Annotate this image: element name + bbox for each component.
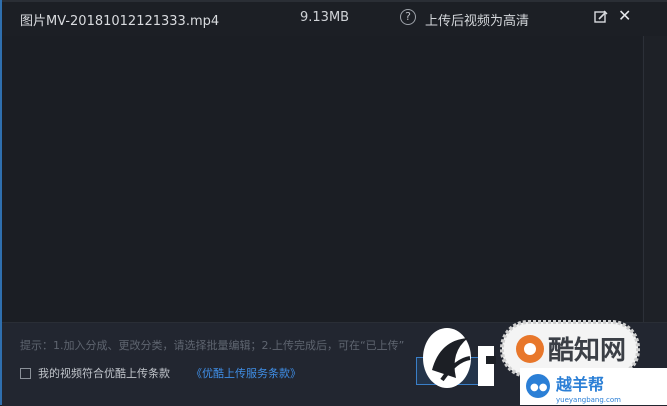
site-sub: yueyangbang.com	[556, 396, 621, 404]
edit-icon[interactable]	[594, 10, 608, 24]
site-banner: ●● 越羊帮 yueyangbang.com	[520, 368, 667, 405]
file-size: 9.13MB	[300, 10, 350, 25]
scrollbar-track[interactable]	[643, 36, 667, 322]
agree-label: 我的视频符合优酷上传条款	[38, 367, 170, 380]
terms-link[interactable]: 《优酷上传服务条款》	[191, 365, 301, 381]
badge-icon: 酷知网	[500, 320, 640, 378]
badge-text: 酷知网	[548, 336, 626, 366]
svg-text:●●: ●●	[530, 382, 548, 393]
close-icon[interactable]: ✕	[618, 8, 631, 24]
file-row: 图片MV-20181012121333.mp4 9.13MB ? 上传后视频为高…	[2, 0, 667, 36]
swirl-logo-icon	[423, 328, 496, 388]
watermark-logo: 酷知网 ●● 越羊帮 yueyangbang.com	[423, 320, 667, 405]
agree-checkbox[interactable]	[20, 368, 31, 379]
quality-label: 上传后视频为高清	[425, 14, 530, 29]
tip-text: 提示：1.加入分成、更改分类，请选择批量编辑；2.上传完成后，可在“已上传”	[20, 339, 405, 352]
site-text: 越羊帮	[555, 375, 604, 394]
upload-dialog: 图片MV-20181012121333.mp4 9.13MB ? 上传后视频为高…	[0, 0, 667, 406]
question-circle-icon[interactable]: ?	[400, 9, 416, 25]
file-name: 图片MV-20181012121333.mp4	[20, 14, 220, 29]
upload-list-area	[2, 36, 642, 322]
